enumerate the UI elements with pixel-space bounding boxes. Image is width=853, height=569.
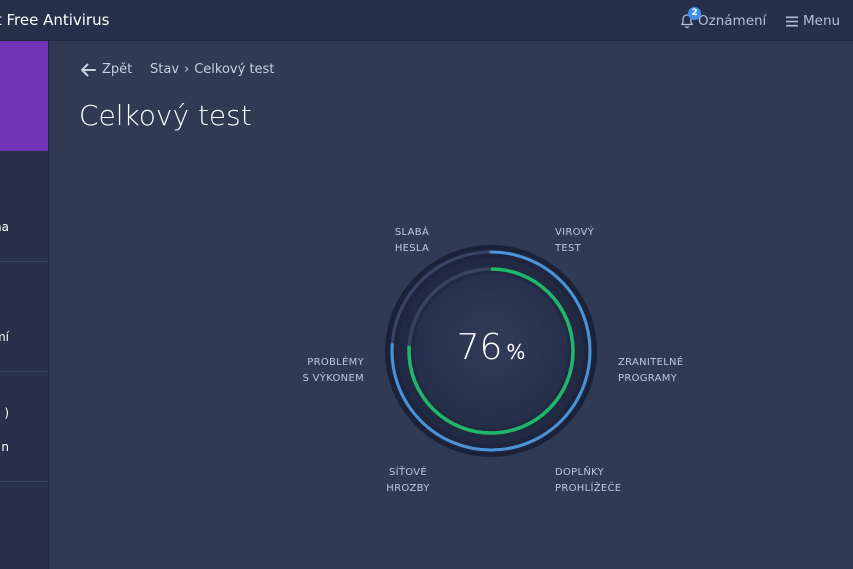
notification-count-badge: 2	[688, 7, 701, 20]
category-label: HROZBY	[386, 483, 430, 494]
scan-progress-gauge: 76%	[383, 243, 599, 459]
breadcrumb-parent-link[interactable]: Stav	[150, 62, 179, 77]
category-label: S VÝKONEM	[302, 373, 364, 384]
gauge-percent-unit: %	[506, 340, 526, 364]
back-label: Zpět	[102, 62, 133, 77]
sidebar-item-label: mí	[0, 330, 9, 344]
sidebar-item-label: na	[0, 220, 9, 234]
category-label: SÍŤOVÉ	[388, 467, 428, 478]
breadcrumb-current: Celkový test	[194, 62, 275, 77]
gauge-readout: 76%	[383, 327, 599, 368]
category-label: PROBLÉMY	[307, 357, 364, 368]
sidebar-item-label: )	[4, 406, 9, 420]
sidebar-item-3[interactable]: ) n	[0, 372, 48, 482]
category-label: PROHLÍŽEČE	[555, 483, 622, 494]
category-label: SLABÁ	[394, 227, 430, 238]
category-network-threats[interactable]: SÍŤOVÉ HROZBY	[380, 465, 436, 497]
category-browser-addons[interactable]: DOPLŇKY PROHLÍŽEČE	[555, 465, 635, 497]
breadcrumb: Stav › Celkový test	[150, 62, 274, 77]
notifications-button[interactable]: 2 Oznámení	[679, 7, 767, 31]
sidebar-item-2[interactable]: mí	[0, 262, 48, 372]
category-label: DOPLŇKY	[555, 467, 605, 478]
category-virus-test[interactable]: VIROVÝ TEST	[555, 225, 615, 257]
breadcrumb-separator: ›	[184, 62, 190, 77]
sidebar-item-label: n	[1, 440, 9, 454]
gauge-percent-value: 76	[456, 327, 503, 368]
category-label: VIROVÝ	[555, 227, 595, 238]
hamburger-icon	[786, 16, 803, 27]
category-weak-passwords[interactable]: SLABÁ HESLA	[388, 225, 436, 257]
category-label: ZRANITELNÉ	[618, 357, 684, 368]
sidebar: na mí ) n	[0, 41, 49, 569]
category-vulnerable-programs[interactable]: ZRANITELNÉ PROGRAMY	[618, 355, 698, 387]
page-title: Celkový test	[79, 99, 252, 132]
top-bar: st Free Antivirus 2 Oznámení Menu	[0, 0, 853, 41]
menu-label: Menu	[803, 13, 841, 29]
notifications-label: Oznámení	[698, 13, 767, 29]
category-label: TEST	[555, 243, 582, 254]
back-button[interactable]: Zpět	[80, 62, 132, 77]
category-label: PROGRAMY	[618, 373, 678, 384]
menu-button[interactable]: Menu	[786, 11, 840, 31]
sidebar-brand-panel	[0, 41, 48, 151]
app-title: st Free Antivirus	[0, 11, 110, 29]
sidebar-item-1[interactable]: na	[0, 151, 48, 262]
category-performance-issues[interactable]: PROBLÉMY S VÝKONEM	[284, 355, 364, 387]
arrow-left-icon	[80, 63, 102, 77]
category-label: HESLA	[394, 243, 430, 254]
bell-icon: 2	[679, 7, 701, 29]
